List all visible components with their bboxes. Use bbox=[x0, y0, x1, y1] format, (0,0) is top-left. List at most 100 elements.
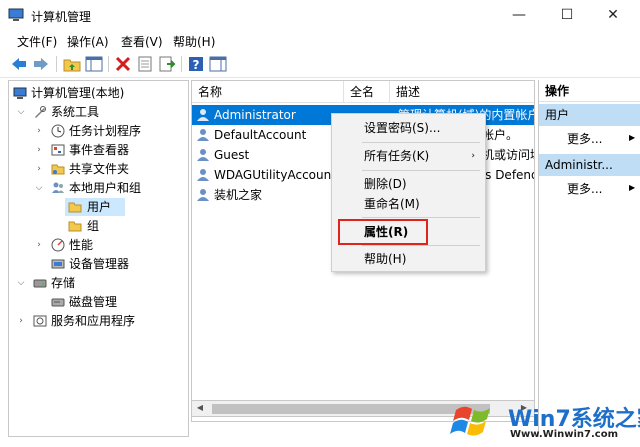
navigation-tree[interactable]: 计算机管理(本地) ⌵ 系统工具 › 任务计划程序 › 事件查看器 › 共享文件… bbox=[8, 80, 189, 437]
window-title: 计算机管理 bbox=[31, 10, 92, 24]
services-icon bbox=[33, 315, 47, 327]
menu-separator bbox=[362, 245, 480, 246]
properties-icon[interactable] bbox=[136, 55, 154, 73]
svg-text:?: ? bbox=[193, 58, 200, 72]
toolbar-separator bbox=[108, 56, 109, 72]
tree-label: 存储 bbox=[51, 276, 76, 290]
tree-node-services-apps[interactable]: › 服务和应用程序 bbox=[11, 312, 187, 330]
tree-node-local-users-groups[interactable]: ⌵ 本地用户和组 bbox=[11, 179, 187, 197]
menu-item-rename[interactable]: 重命名(M) bbox=[332, 194, 485, 214]
expand-chevron-icon[interactable]: › bbox=[34, 141, 44, 159]
menu-item-all-tasks[interactable]: 所有任务(K) › bbox=[332, 146, 485, 166]
menu-item-set-password[interactable]: 设置密码(S)... bbox=[332, 118, 485, 138]
performance-icon bbox=[51, 238, 65, 252]
context-menu: 设置密码(S)... 所有任务(K) › 删除(D) 重命名(M) 属性(R) … bbox=[331, 113, 486, 272]
tree-node-task-scheduler[interactable]: › 任务计划程序 bbox=[11, 122, 187, 140]
tree-node-storage[interactable]: ⌵ 存储 bbox=[11, 274, 187, 292]
event-viewer-icon bbox=[51, 144, 65, 156]
storage-icon bbox=[33, 279, 47, 288]
watermark-url: Www.Winwin7.com bbox=[510, 429, 619, 440]
delete-icon[interactable] bbox=[114, 55, 132, 73]
maximize-button[interactable]: ☐ bbox=[544, 0, 590, 30]
menu-separator bbox=[362, 217, 480, 218]
menu-separator bbox=[362, 170, 480, 171]
more-actions-link[interactable]: 更多... bbox=[567, 180, 602, 197]
menu-help[interactable]: 帮助(H) bbox=[173, 33, 215, 50]
menu-item-help[interactable]: 帮助(H) bbox=[332, 249, 485, 269]
tree-label: 事件查看器 bbox=[69, 143, 130, 157]
panel-icon[interactable] bbox=[209, 55, 227, 73]
menu-item-delete[interactable]: 删除(D) bbox=[332, 174, 485, 194]
export-list-icon[interactable] bbox=[158, 55, 176, 73]
submenu-arrow-icon: › bbox=[471, 151, 475, 161]
collapse-chevron-icon[interactable]: ⌵ bbox=[16, 103, 26, 121]
submenu-arrow-icon: ▶ bbox=[629, 133, 636, 142]
column-header-description[interactable]: 描述 bbox=[390, 81, 534, 103]
windows-logo-icon bbox=[450, 406, 490, 436]
toolbar-separator bbox=[56, 56, 57, 72]
user-icon bbox=[197, 129, 209, 141]
folder-icon bbox=[68, 202, 82, 213]
minimize-button[interactable]: — bbox=[496, 0, 542, 30]
watermark: Win7系统之家 Www.Winwin7.com bbox=[448, 398, 640, 444]
user-name: WDAGUtilityAccount bbox=[214, 168, 336, 182]
back-arrow-icon[interactable] bbox=[10, 55, 28, 73]
expand-chevron-icon[interactable]: › bbox=[34, 122, 44, 140]
tree-label: 系统工具 bbox=[51, 105, 100, 119]
menu-view[interactable]: 查看(V) bbox=[121, 33, 163, 50]
collapse-chevron-icon[interactable]: ⌵ bbox=[16, 274, 26, 292]
collapse-chevron-icon[interactable]: ⌵ bbox=[34, 179, 44, 197]
show-hide-tree-icon[interactable] bbox=[85, 55, 103, 73]
disk-icon bbox=[51, 298, 65, 307]
tree-label: 本地用户和组 bbox=[69, 181, 142, 195]
forward-arrow-icon[interactable] bbox=[32, 55, 50, 73]
toolbar-separator bbox=[181, 56, 182, 72]
computer-management-icon bbox=[8, 8, 24, 21]
tree-label: 共享文件夹 bbox=[69, 162, 130, 176]
highlight-box bbox=[338, 219, 428, 245]
user-icon bbox=[197, 169, 209, 181]
clock-icon bbox=[51, 124, 65, 138]
tools-icon bbox=[35, 106, 46, 118]
column-header-fullname[interactable]: 全名 bbox=[344, 81, 390, 103]
menu-separator bbox=[362, 142, 480, 143]
tree-node-system-tools[interactable]: ⌵ 系统工具 bbox=[11, 103, 187, 121]
tree-label: 计算机管理(本地) bbox=[31, 86, 125, 100]
column-header-name[interactable]: 名称 bbox=[192, 81, 344, 103]
expand-chevron-icon[interactable]: › bbox=[34, 160, 44, 178]
expand-chevron-icon[interactable]: › bbox=[16, 312, 26, 330]
menu-action[interactable]: 操作(A) bbox=[67, 33, 109, 50]
tree-node-shared-folders[interactable]: › 共享文件夹 bbox=[11, 160, 187, 178]
menu-item-label: 所有任务(K) bbox=[364, 149, 430, 163]
user-icon bbox=[197, 109, 209, 121]
menu-file[interactable]: 文件(F) bbox=[17, 33, 57, 50]
help-icon[interactable]: ? bbox=[187, 55, 205, 73]
actions-pane: 操作 用户 更多... ▶ Administr... 更多... ▶ bbox=[538, 80, 640, 437]
tree-node-event-viewer[interactable]: › 事件查看器 bbox=[11, 141, 187, 159]
user-icon bbox=[197, 189, 209, 201]
menu-bar: 文件(F) 操作(A) 查看(V) 帮助(H) bbox=[0, 30, 640, 50]
tree-label: 磁盘管理 bbox=[69, 295, 118, 309]
user-name: DefaultAccount bbox=[214, 128, 307, 142]
toolbar: ? bbox=[0, 50, 640, 78]
shared-folder-icon bbox=[51, 164, 65, 175]
actions-group-administrator[interactable]: Administr... bbox=[539, 154, 640, 176]
tree-node-disk-management[interactable]: 磁盘管理 bbox=[11, 293, 187, 311]
actions-group-users[interactable]: 用户 bbox=[539, 104, 640, 126]
more-actions-link[interactable]: 更多... bbox=[567, 130, 602, 147]
device-manager-icon bbox=[51, 259, 65, 269]
close-button[interactable]: ✕ bbox=[590, 0, 636, 30]
expand-chevron-icon[interactable]: › bbox=[34, 236, 44, 254]
up-folder-icon[interactable] bbox=[63, 55, 81, 73]
tree-label: 性能 bbox=[69, 238, 94, 252]
scroll-left-icon[interactable]: ◀ bbox=[194, 403, 206, 412]
user-name: Guest bbox=[214, 148, 250, 162]
tree-node-root[interactable]: 计算机管理(本地) bbox=[11, 84, 187, 102]
tree-node-performance[interactable]: › 性能 bbox=[11, 236, 187, 254]
tree-node-device-manager[interactable]: 设备管理器 bbox=[11, 255, 187, 273]
tree-node-users[interactable]: 用户 bbox=[65, 198, 125, 216]
tree-label: 组 bbox=[87, 219, 100, 233]
actions-title: 操作 bbox=[539, 80, 640, 102]
users-group-icon bbox=[52, 182, 64, 193]
tree-node-groups[interactable]: 组 bbox=[65, 217, 125, 235]
